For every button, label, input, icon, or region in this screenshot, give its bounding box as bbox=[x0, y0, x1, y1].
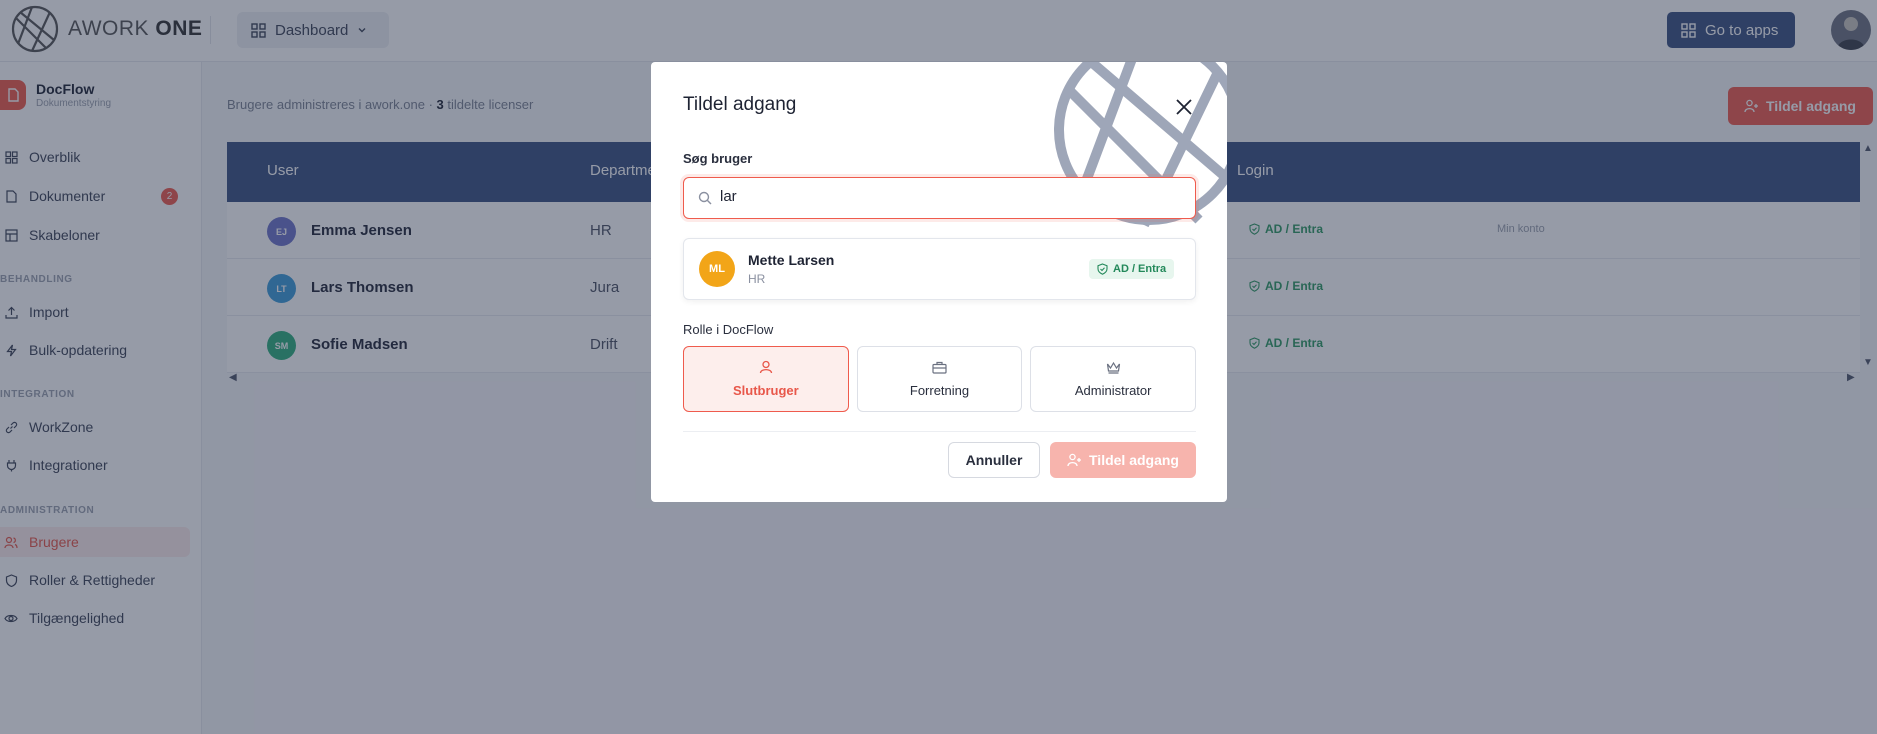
search-result-item[interactable]: ML Mette Larsen HR AD / Entra bbox=[683, 238, 1196, 300]
role-option-administrator[interactable]: Administrator bbox=[1030, 346, 1197, 412]
result-name: Mette Larsen bbox=[748, 252, 835, 268]
result-department: HR bbox=[748, 272, 766, 286]
divider bbox=[683, 431, 1196, 432]
role-label: Rolle i DocFlow bbox=[683, 322, 774, 337]
search-user-field[interactable] bbox=[683, 177, 1196, 219]
confirm-assign-label: Tildel adgang bbox=[1089, 452, 1179, 468]
role-option-label: Forretning bbox=[909, 382, 970, 398]
cancel-button[interactable]: Annuller bbox=[948, 442, 1040, 478]
search-icon bbox=[698, 191, 712, 205]
user-icon bbox=[759, 360, 772, 374]
role-option-forretning[interactable]: Forretning bbox=[856, 346, 1023, 412]
shield-check-icon bbox=[1097, 263, 1108, 275]
role-selector: Slutbruger Forretning Administrator bbox=[683, 346, 1197, 412]
confirm-assign-button[interactable]: Tildel adgang bbox=[1050, 442, 1196, 478]
close-icon[interactable] bbox=[1173, 96, 1195, 118]
briefcase-icon bbox=[932, 361, 947, 374]
dialog-title: Tildel adgang bbox=[683, 94, 797, 115]
avatar: ML bbox=[699, 251, 735, 287]
role-option-slutbruger[interactable]: Slutbruger bbox=[683, 346, 849, 412]
search-user-label: Søg bruger bbox=[683, 151, 753, 166]
search-user-input[interactable] bbox=[720, 188, 1160, 205]
role-option-label: Administrator bbox=[1074, 382, 1152, 398]
login-badge: AD / Entra bbox=[1089, 259, 1175, 279]
role-option-label: Slutbruger bbox=[732, 383, 799, 398]
user-plus-icon bbox=[1067, 453, 1081, 467]
crown-icon bbox=[1106, 361, 1120, 374]
assign-access-dialog: Tildel adgang Søg bruger ML Mette Larsen… bbox=[651, 62, 1227, 502]
